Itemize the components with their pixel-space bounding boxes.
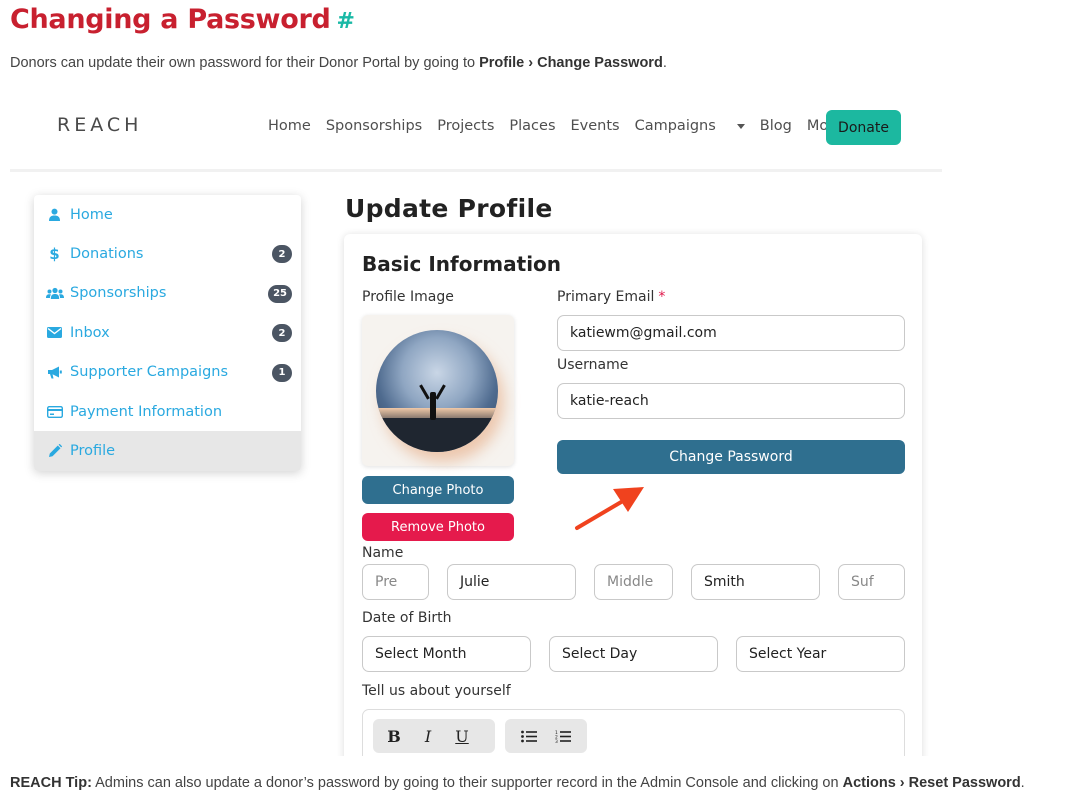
tip-path: Actions › Reset Password [842, 775, 1021, 791]
anchor-link[interactable]: # [337, 9, 355, 34]
tip-text: Admins can also update a donor’s passwor… [91, 775, 843, 791]
tip-end: . [1020, 775, 1025, 791]
doc-title-text: Changing a Password [10, 4, 331, 35]
donor-portal-screenshot: REACH Home Sponsorships Projects Places … [10, 96, 942, 756]
doc-title: Changing a Password # [10, 4, 355, 35]
tip-label: REACH Tip: [10, 775, 92, 791]
intro-text: Donors can update their own password for… [10, 55, 480, 71]
annotation-arrow-icon [575, 487, 644, 530]
doc-intro: Donors can update their own password for… [10, 55, 667, 71]
reach-tip: REACH Tip: Admins can also update a dono… [10, 775, 1025, 791]
intro-path: Profile › Change Password [479, 55, 663, 71]
intro-end: . [662, 55, 667, 71]
